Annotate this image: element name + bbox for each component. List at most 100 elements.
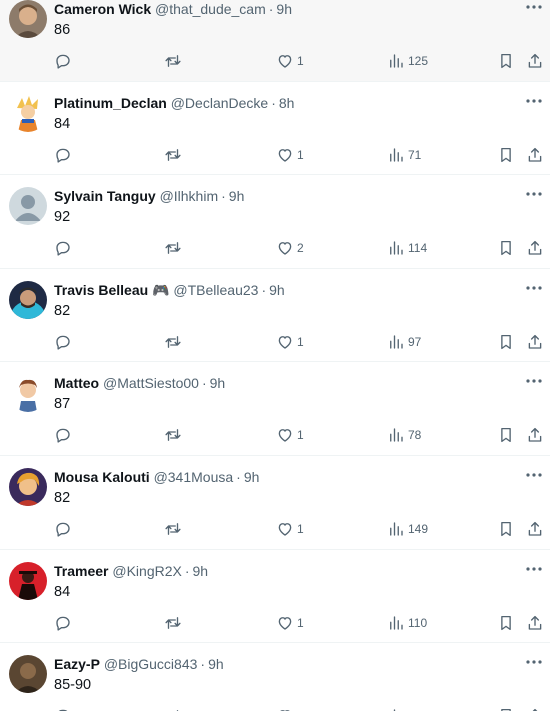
more-icon[interactable] (524, 655, 544, 669)
separator: · (221, 188, 226, 205)
reply-button[interactable] (54, 613, 72, 633)
timestamp[interactable]: 9h (276, 1, 292, 17)
reply-button[interactable] (54, 425, 72, 445)
like-button[interactable]: 1 (276, 51, 304, 71)
handle[interactable]: @that_dude_cam (155, 1, 266, 17)
more-icon[interactable] (524, 562, 544, 576)
handle[interactable]: @BigGucci843 (104, 656, 198, 672)
tweet-item[interactable]: Platinum_Declan @DeclanDecke · 8h 84 1 71 (0, 82, 550, 176)
timestamp[interactable]: 9h (244, 469, 260, 485)
share-button[interactable] (526, 332, 544, 352)
views-button[interactable]: 110 (387, 613, 427, 633)
display-name[interactable]: Platinum_Declan (54, 95, 167, 111)
views-button[interactable]: 125 (387, 51, 428, 71)
display-name[interactable]: Matteo (54, 375, 99, 391)
reply-button[interactable] (54, 706, 72, 711)
views-button[interactable]: 149 (387, 519, 428, 539)
bookmark-icon (501, 147, 511, 162)
tweet-text: 87 (54, 396, 71, 413)
like-button[interactable]: 1 (276, 519, 304, 539)
display-name[interactable]: Travis Belleau 🎮 (54, 282, 170, 298)
timestamp[interactable]: 8h (279, 95, 295, 111)
tweet-item[interactable]: Cameron Wick @that_dude_cam · 9h 86 1 125 (0, 0, 550, 82)
timestamp[interactable]: 9h (208, 656, 224, 672)
reply-button[interactable] (54, 51, 72, 71)
tweet-item[interactable]: Travis Belleau 🎮 @TBelleau23 · 9h 82 1 97 (0, 269, 550, 363)
handle[interactable]: @Ilhkhim (160, 188, 219, 204)
timestamp[interactable]: 9h (210, 375, 226, 391)
avatar[interactable] (9, 187, 47, 226)
tweet-item[interactable]: Mousa Kalouti @341Mousa · 9h 82 1 149 (0, 456, 550, 550)
reply-button[interactable] (54, 332, 72, 352)
handle[interactable]: @TBelleau23 (173, 282, 258, 298)
like-button[interactable]: 1 (276, 425, 304, 445)
more-icon[interactable] (524, 468, 544, 482)
handle[interactable]: @KingR2X (112, 563, 181, 579)
timestamp[interactable]: 9h (269, 282, 285, 298)
views-button[interactable]: 71 (387, 145, 421, 165)
bookmark-button[interactable] (497, 145, 515, 165)
share-button[interactable] (526, 613, 544, 633)
bookmark-button[interactable] (497, 238, 515, 258)
action-bar: 1 149 (54, 519, 544, 539)
tweet-item[interactable]: Sylvain Tanguy @Ilhkhim · 9h 92 2 114 (0, 175, 550, 269)
retweet-button[interactable] (164, 613, 182, 633)
handle[interactable]: @DeclanDecke (171, 95, 268, 111)
share-button[interactable] (526, 51, 544, 71)
retweet-button[interactable] (164, 238, 182, 258)
retweet-button[interactable] (164, 332, 182, 352)
more-icon[interactable] (524, 281, 544, 295)
bookmark-button[interactable] (497, 613, 515, 633)
avatar[interactable] (9, 93, 47, 132)
more-icon[interactable] (524, 374, 544, 388)
retweet-button[interactable] (164, 519, 182, 539)
bookmark-button[interactable] (497, 519, 515, 539)
like-button[interactable]: 1 (276, 613, 304, 633)
views-button[interactable]: 78 (387, 425, 421, 445)
share-button[interactable] (526, 706, 544, 711)
tweet-item[interactable]: Matteo @MattSiesto00 · 9h 87 1 78 (0, 362, 550, 456)
display-name[interactable]: Cameron Wick (54, 1, 151, 17)
display-name[interactable]: Sylvain Tanguy (54, 188, 156, 204)
views-button[interactable] (387, 706, 408, 711)
more-icon[interactable] (524, 0, 544, 14)
retweet-button[interactable] (164, 145, 182, 165)
more-icon[interactable] (524, 187, 544, 201)
bookmark-button[interactable] (497, 332, 515, 352)
avatar[interactable] (9, 0, 47, 38)
reply-button[interactable] (54, 238, 72, 258)
like-button[interactable] (276, 706, 297, 711)
retweet-button[interactable] (164, 51, 182, 71)
reply-button[interactable] (54, 519, 72, 539)
retweet-button[interactable] (164, 706, 182, 711)
display-name[interactable]: Trameer (54, 563, 108, 579)
bookmark-button[interactable] (497, 51, 515, 71)
tweet-item[interactable]: Trameer @KingR2X · 9h 84 1 110 (0, 550, 550, 644)
like-button[interactable]: 1 (276, 332, 304, 352)
timestamp[interactable]: 9h (193, 563, 209, 579)
reply-button[interactable] (54, 145, 72, 165)
more-icon[interactable] (524, 94, 544, 108)
like-button[interactable]: 2 (276, 238, 304, 258)
avatar[interactable] (9, 467, 47, 506)
display-name[interactable]: Mousa Kalouti (54, 469, 150, 485)
views-button[interactable]: 97 (387, 332, 421, 352)
share-button[interactable] (526, 519, 544, 539)
share-button[interactable] (526, 425, 544, 445)
share-button[interactable] (526, 145, 544, 165)
avatar[interactable] (9, 655, 47, 694)
retweet-button[interactable] (164, 425, 182, 445)
handle[interactable]: @341Mousa (154, 469, 234, 485)
avatar[interactable] (9, 280, 47, 319)
avatar[interactable] (9, 561, 47, 600)
share-button[interactable] (526, 238, 544, 258)
views-button[interactable]: 114 (387, 238, 427, 258)
handle[interactable]: @MattSiesto00 (103, 375, 199, 391)
display-name[interactable]: Eazy-P (54, 656, 100, 672)
timestamp[interactable]: 9h (229, 188, 245, 204)
bookmark-button[interactable] (497, 706, 515, 711)
bookmark-button[interactable] (497, 425, 515, 445)
like-button[interactable]: 1 (276, 145, 304, 165)
avatar[interactable] (9, 374, 47, 413)
tweet-item[interactable]: Eazy-P @BigGucci843 · 9h 85-90 (0, 643, 550, 711)
